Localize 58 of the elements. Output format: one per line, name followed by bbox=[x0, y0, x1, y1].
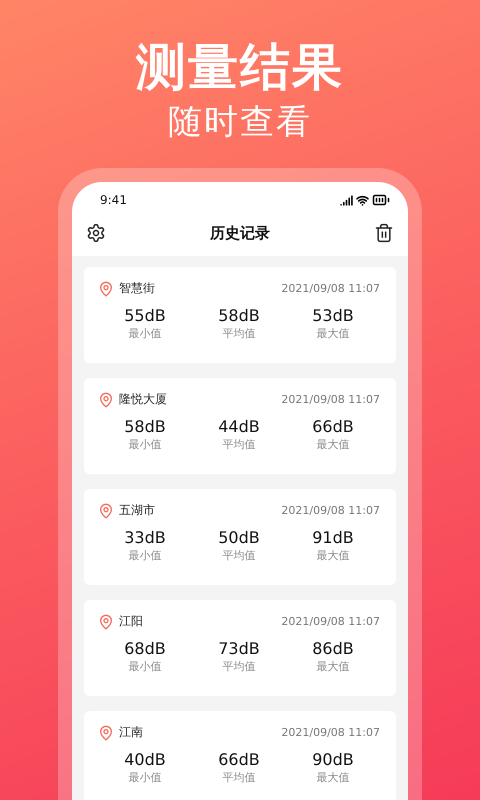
location-pin-icon bbox=[98, 392, 114, 408]
stat-value: 58dB bbox=[218, 306, 260, 326]
location-name: 隆悦大厦 bbox=[119, 391, 167, 408]
stat-value: 68dB bbox=[124, 639, 166, 659]
stat-label: 最大值 bbox=[316, 659, 350, 675]
stat-label: 最大值 bbox=[316, 770, 350, 786]
stat-value: 44dB bbox=[218, 417, 260, 437]
stat-label: 平均值 bbox=[222, 659, 256, 675]
stat-label: 最大值 bbox=[316, 326, 350, 342]
record-time: 2021/09/08 11:07 bbox=[281, 726, 380, 739]
signal-icon bbox=[340, 194, 353, 206]
stat-label: 最大值 bbox=[316, 437, 350, 453]
stat-value: 66dB bbox=[218, 750, 260, 770]
location-name: 江南 bbox=[119, 724, 143, 741]
record-card[interactable]: 五湖市 2021/09/08 11:07 33dB 最小值 50dB 平均值 91dB 最大值 bbox=[84, 489, 396, 585]
location-pin-icon bbox=[98, 724, 114, 740]
location-name: 智慧街 bbox=[119, 280, 155, 297]
stat-label: 最小值 bbox=[128, 770, 162, 786]
headline: 测量结果 bbox=[136, 37, 344, 98]
settings-button[interactable] bbox=[86, 223, 106, 243]
stat-value: 33dB bbox=[124, 528, 166, 548]
stat-value: 90dB bbox=[312, 750, 354, 770]
stat-label: 平均值 bbox=[222, 548, 256, 564]
stat-value: 58dB bbox=[124, 417, 166, 437]
record-time: 2021/09/08 11:07 bbox=[281, 615, 380, 628]
location-pin-icon bbox=[98, 614, 114, 630]
stat-label: 平均值 bbox=[222, 770, 256, 786]
location-name: 五湖市 bbox=[119, 502, 155, 519]
trash-button[interactable] bbox=[374, 223, 394, 243]
record-card[interactable]: 江南 2021/09/08 11:07 40dB 最小值 66dB 平均值 90dB 最大值 bbox=[84, 711, 396, 800]
page-title: 历史记录 bbox=[210, 224, 270, 242]
location-name: 江阳 bbox=[119, 613, 143, 630]
stat-label: 最小值 bbox=[128, 326, 162, 342]
stat-label: 最小值 bbox=[128, 437, 162, 453]
stat-value: 86dB bbox=[312, 639, 354, 659]
record-time: 2021/09/08 11:07 bbox=[281, 393, 380, 406]
stat-value: 40dB bbox=[124, 750, 166, 770]
record-time: 2021/09/08 11:07 bbox=[281, 282, 380, 295]
stat-label: 最大值 bbox=[316, 548, 350, 564]
record-card[interactable]: 智慧街 2021/09/08 11:07 55dB 最小值 58dB 平均值 53dB 最大值 bbox=[84, 267, 396, 363]
record-time: 2021/09/08 11:07 bbox=[281, 504, 380, 517]
record-card[interactable]: 隆悦大厦 2021/09/08 11:07 58dB 最小值 44dB 平均值 66dB 最大值 bbox=[84, 378, 396, 474]
wifi-icon bbox=[356, 194, 369, 206]
location-pin-icon bbox=[98, 280, 114, 296]
stat-label: 最小值 bbox=[128, 548, 162, 564]
stat-value: 53dB bbox=[312, 306, 354, 326]
status-time: 9:41 bbox=[100, 193, 127, 207]
stat-value: 66dB bbox=[312, 417, 354, 437]
stat-value: 55dB bbox=[124, 306, 166, 326]
stat-label: 平均值 bbox=[222, 326, 256, 342]
stat-label: 最小值 bbox=[128, 659, 162, 675]
stat-value: 91dB bbox=[312, 528, 354, 548]
stat-value: 73dB bbox=[218, 639, 260, 659]
stat-value: 50dB bbox=[218, 528, 260, 548]
stat-label: 平均值 bbox=[222, 437, 256, 453]
location-pin-icon bbox=[98, 502, 114, 518]
record-card[interactable]: 江阳 2021/09/08 11:07 68dB 最小值 73dB 平均值 86dB 最大值 bbox=[84, 600, 396, 696]
subheadline: 随时查看 bbox=[168, 101, 312, 144]
